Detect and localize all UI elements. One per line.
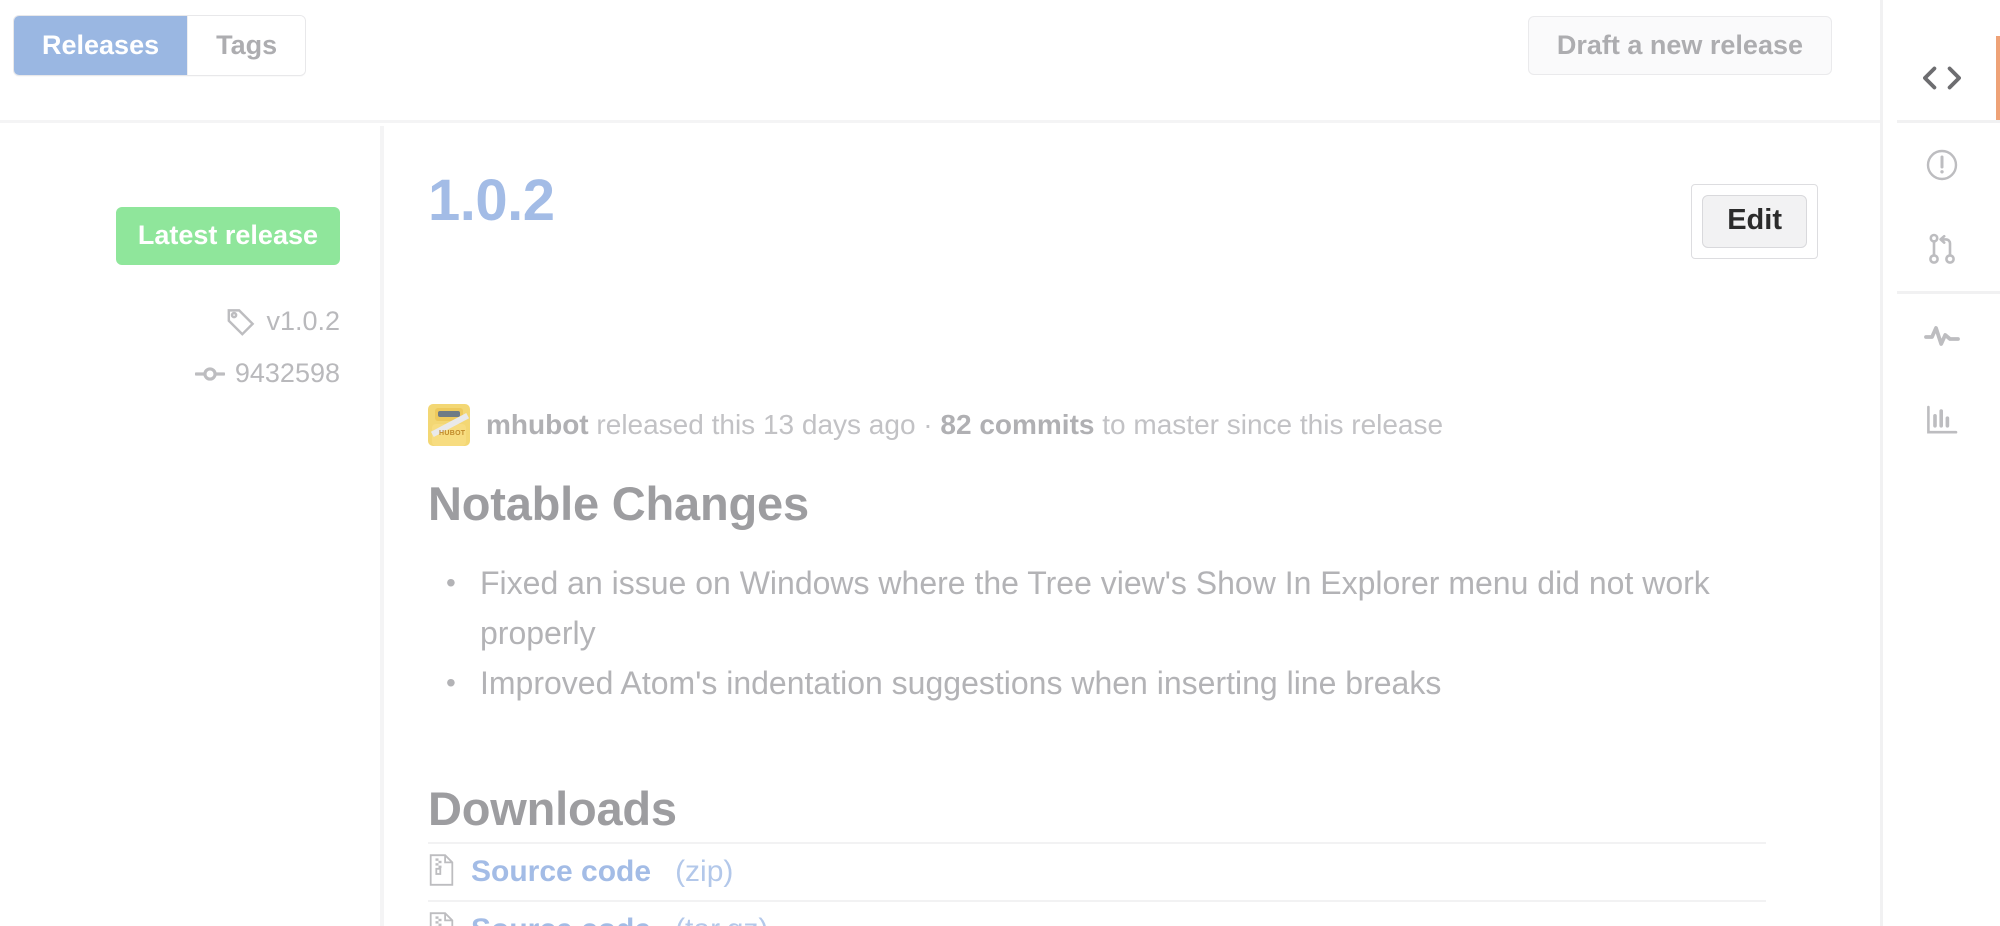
graph-icon (1926, 405, 1958, 435)
download-asset-ext: (zip) (675, 855, 734, 888)
release-meta-column: Latest release v1.0.2 9432598 (0, 126, 384, 926)
tag-icon (226, 307, 256, 337)
release-commit-sha: 9432598 (234, 358, 340, 388)
release-tag[interactable]: v1.0.2 (226, 306, 340, 337)
release-tag-label: v1.0.2 (266, 306, 340, 336)
release-byline: HUBOT mhubot released this 13 days ago ·… (428, 404, 1443, 446)
release-commit-count[interactable]: 82 commits (940, 409, 1094, 441)
list-item[interactable]: Source code (zip) (428, 844, 1766, 902)
download-asset-name: Source code (471, 855, 652, 888)
file-zip-icon (428, 911, 455, 926)
repo-nav-rail (1880, 0, 2000, 926)
release-published-text: released this 13 days ago · (588, 409, 941, 440)
tab-releases[interactable]: Releases (14, 16, 188, 75)
releases-tags-toggle: Releases Tags (13, 15, 307, 76)
release-content: Latest release v1.0.2 9432598 1.0.2 Edit… (0, 126, 1880, 926)
rail-item-issues[interactable] (1883, 123, 2000, 207)
rail-item-pulse[interactable] (1883, 294, 2000, 378)
release-title[interactable]: 1.0.2 (428, 167, 555, 234)
list-item: Fixed an issue on Windows where the Tree… (446, 558, 1758, 658)
rail-item-code[interactable] (1883, 36, 2000, 120)
release-body-column: 1.0.2 Edit HUBOT mhubot released this 13… (384, 126, 1880, 926)
code-icon (1922, 63, 1961, 93)
release-branch-text: to master since this release (1094, 409, 1444, 440)
git-pull-request-icon (1927, 233, 1957, 265)
downloads-list: Source code (zip) (428, 842, 1766, 926)
issue-opened-icon (1926, 149, 1958, 181)
page-toolbar: Releases Tags Draft a new release (0, 0, 1880, 123)
pulse-icon (1923, 322, 1960, 350)
notable-changes-heading: Notable Changes (428, 477, 809, 530)
mhubot-avatar[interactable]: HUBOT (428, 404, 470, 446)
notable-changes-list: Fixed an issue on Windows where the Tree… (428, 558, 1758, 708)
list-item[interactable]: Source code (tar.gz) (428, 902, 1766, 926)
releases-page: Releases Tags Draft a new release Latest… (0, 0, 2000, 926)
latest-release-badge[interactable]: Latest release (115, 207, 340, 265)
rail-item-graphs[interactable] (1883, 378, 2000, 462)
download-asset-ext: (tar.gz) (675, 913, 768, 926)
edit-release-button[interactable]: Edit (1702, 195, 1807, 248)
downloads-heading: Downloads (428, 782, 677, 835)
release-author[interactable]: mhubot (486, 409, 589, 441)
download-asset-name: Source code (471, 913, 651, 926)
draft-new-release-button[interactable]: Draft a new release (1527, 16, 1832, 75)
tab-tags[interactable]: Tags (187, 16, 306, 75)
release-commit[interactable]: 9432598 (194, 358, 340, 389)
list-item: Improved Atom's indentation suggestions … (446, 658, 1758, 708)
edit-button-wrapper: Edit (1691, 184, 1818, 259)
rail-item-pull-requests[interactable] (1883, 207, 2000, 291)
commit-icon (194, 359, 225, 389)
file-zip-icon (428, 853, 455, 891)
